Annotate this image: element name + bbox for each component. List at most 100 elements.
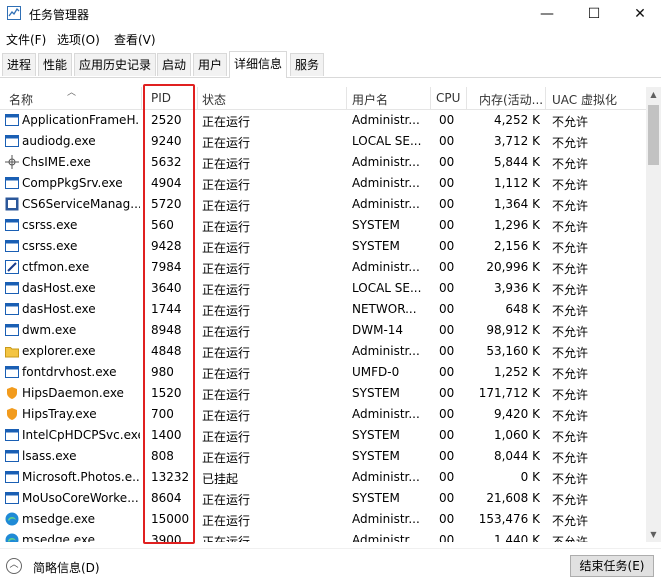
vertical-scrollbar[interactable]: ▲ ▼ xyxy=(646,87,661,542)
tab-startup[interactable]: 启动 xyxy=(157,53,192,76)
tab-details[interactable]: 详细信息 xyxy=(229,51,288,78)
table-row[interactable]: csrss.exe 9428 正在运行 SYSTEM 00 2,156 K 不允许 xyxy=(0,236,646,257)
table-row[interactable]: msedge.exe 15000 正在运行 Administr... 00 153,476… xyxy=(0,509,646,530)
process-cpu: 00 xyxy=(439,281,455,295)
table-row[interactable]: fontdrvhost.exe 980 正在运行 UMFD-0 00 1,252 K 不允许 xyxy=(0,362,646,383)
table-row[interactable]: ApplicationFrameH... 2520 正在运行 Administr...… xyxy=(0,110,646,131)
scroll-thumb[interactable] xyxy=(648,105,659,165)
process-pid: 4904 xyxy=(151,176,182,190)
column-header-name[interactable]: 名称 xyxy=(9,91,139,108)
process-name: CS6ServiceManag... xyxy=(22,197,140,211)
table-row[interactable]: csrss.exe 560 正在运行 SYSTEM 00 1,296 K 不允许 xyxy=(0,215,646,236)
table-header: ︿ 名称 PID 状态 用户名 CPU 内存(活动... UAC 虚拟化 xyxy=(0,87,646,110)
process-uac: 不允许 xyxy=(552,199,589,213)
process-user: Administr... xyxy=(352,260,420,274)
fewer-details-link[interactable]: 简略信息(D) xyxy=(33,559,100,576)
menu-options[interactable]: 选项(O) xyxy=(57,31,100,48)
process-uac: 不允许 xyxy=(552,178,589,192)
column-header-user[interactable]: 用户名 xyxy=(352,91,428,108)
process-uac: 不允许 xyxy=(552,367,589,381)
column-divider[interactable] xyxy=(466,87,467,109)
minimize-button[interactable]: — xyxy=(524,0,570,28)
tab-strip: 进程 性能 应用历史记录 启动 用户 详细信息 服务 xyxy=(0,51,661,78)
maximize-button[interactable]: ☐ xyxy=(571,0,617,28)
process-name: dasHost.exe xyxy=(22,302,96,316)
window-icon xyxy=(5,135,19,147)
tab-users[interactable]: 用户 xyxy=(193,53,228,76)
column-header-memory[interactable]: 内存(活动... xyxy=(479,91,543,108)
process-status: 正在运行 xyxy=(202,346,251,360)
task-manager-icon xyxy=(7,6,21,20)
process-cpu: 00 xyxy=(439,365,455,379)
table-row[interactable]: dasHost.exe 3640 正在运行 LOCAL SE... 00 3,936 K 不… xyxy=(0,278,646,299)
window-icon xyxy=(5,492,19,504)
scroll-up-arrow-icon[interactable]: ▲ xyxy=(646,87,661,102)
table-row[interactable]: CompPkgSrv.exe 4904 正在运行 Administr... 00 1,11… xyxy=(0,173,646,194)
column-divider[interactable] xyxy=(346,87,347,109)
table-row[interactable]: explorer.exe 4848 正在运行 Administr... 00 53,160… xyxy=(0,341,646,362)
process-status: 正在运行 xyxy=(202,388,251,402)
process-status: 正在运行 xyxy=(202,493,251,507)
process-name: fontdrvhost.exe xyxy=(22,365,117,379)
scroll-down-arrow-icon[interactable]: ▼ xyxy=(646,527,661,542)
table-row[interactable]: HipsDaemon.exe 1520 正在运行 SYSTEM 00 171,712 K 不… xyxy=(0,383,646,404)
column-header-status[interactable]: 状态 xyxy=(202,91,342,108)
process-cpu: 00 xyxy=(439,344,455,358)
process-uac: 不允许 xyxy=(552,409,589,423)
end-task-button[interactable]: 结束任务(E) xyxy=(570,555,654,577)
process-user: Administr... xyxy=(352,470,420,484)
table-row[interactable]: msedge.exe 3900 正在运行 Administr... 00 1,440 K 不… xyxy=(0,530,646,542)
process-memory: 20,996 K xyxy=(486,260,540,274)
column-divider[interactable] xyxy=(430,87,431,109)
process-pid: 1520 xyxy=(151,386,182,400)
table-row[interactable]: lsass.exe 808 正在运行 SYSTEM 00 8,044 K 不允许 xyxy=(0,446,646,467)
tab-performance[interactable]: 性能 xyxy=(38,53,73,76)
process-name: IntelCpHDCPSvc.exe xyxy=(22,428,140,442)
close-button[interactable]: ✕ xyxy=(617,0,661,28)
menu-view[interactable]: 查看(V) xyxy=(114,31,156,48)
process-status: 正在运行 xyxy=(202,157,251,171)
process-user: SYSTEM xyxy=(352,386,400,400)
table-row[interactable]: audiodg.exe 9240 正在运行 LOCAL SE... 00 3,712 K 不… xyxy=(0,131,646,152)
table-row[interactable]: ChsIME.exe 5632 正在运行 Administr... 00 5,844 K 不… xyxy=(0,152,646,173)
column-header-uac[interactable]: UAC 虚拟化 xyxy=(552,91,642,108)
process-uac: 不允许 xyxy=(552,220,589,234)
chevron-up-circle-icon[interactable]: ︿ xyxy=(6,558,22,574)
table-row[interactable]: IntelCpHDCPSvc.exe 1400 正在运行 SYSTEM 00 1,060 … xyxy=(0,425,646,446)
process-memory: 2,156 K xyxy=(493,239,540,253)
process-name: CompPkgSrv.exe xyxy=(22,176,123,190)
process-memory: 171,712 K xyxy=(478,386,540,400)
process-status: 正在运行 xyxy=(202,535,251,542)
process-name: ChsIME.exe xyxy=(22,155,91,169)
process-memory: 3,712 K xyxy=(493,134,540,148)
tab-app-history[interactable]: 应用历史记录 xyxy=(74,53,157,76)
menu-file[interactable]: 文件(F) xyxy=(6,31,46,48)
process-pid: 15000 xyxy=(151,512,190,526)
process-uac: 不允许 xyxy=(552,157,589,171)
column-header-pid[interactable]: PID xyxy=(151,91,195,105)
tab-processes[interactable]: 进程 xyxy=(2,53,37,76)
process-status: 正在运行 xyxy=(202,304,251,318)
process-uac: 不允许 xyxy=(552,136,589,150)
process-name: ctfmon.exe xyxy=(22,260,90,274)
table-row[interactable]: ctfmon.exe 7984 正在运行 Administr... 00 20,996 K… xyxy=(0,257,646,278)
process-user: Administr... xyxy=(352,512,420,526)
table-row[interactable]: CS6ServiceManag... 5720 正在运行 Administr... 00… xyxy=(0,194,646,215)
table-row[interactable]: Microsoft.Photos.e... 13232 已挂起 Administr..… xyxy=(0,467,646,488)
column-divider[interactable] xyxy=(545,87,546,109)
column-divider[interactable] xyxy=(197,87,198,109)
window-icon xyxy=(5,114,19,126)
table-row[interactable]: MoUsoCoreWorke... 8604 正在运行 SYSTEM 00 21,608 … xyxy=(0,488,646,509)
table-row[interactable]: dasHost.exe 1744 正在运行 NETWOR... 00 648 K 不允许 xyxy=(0,299,646,320)
process-name: msedge.exe xyxy=(22,533,96,542)
table-row[interactable]: HipsTray.exe 700 正在运行 Administr... 00 9,420 K… xyxy=(0,404,646,425)
column-divider[interactable] xyxy=(141,87,142,109)
process-pid: 980 xyxy=(151,365,174,379)
tab-services[interactable]: 服务 xyxy=(290,53,325,76)
process-pid: 5720 xyxy=(151,197,182,211)
window-title: 任务管理器 xyxy=(29,8,90,22)
column-header-cpu[interactable]: CPU xyxy=(436,91,464,105)
process-status: 正在运行 xyxy=(202,262,251,276)
process-cpu: 00 xyxy=(439,512,455,526)
table-row[interactable]: dwm.exe 8948 正在运行 DWM-14 00 98,912 K 不允许 xyxy=(0,320,646,341)
